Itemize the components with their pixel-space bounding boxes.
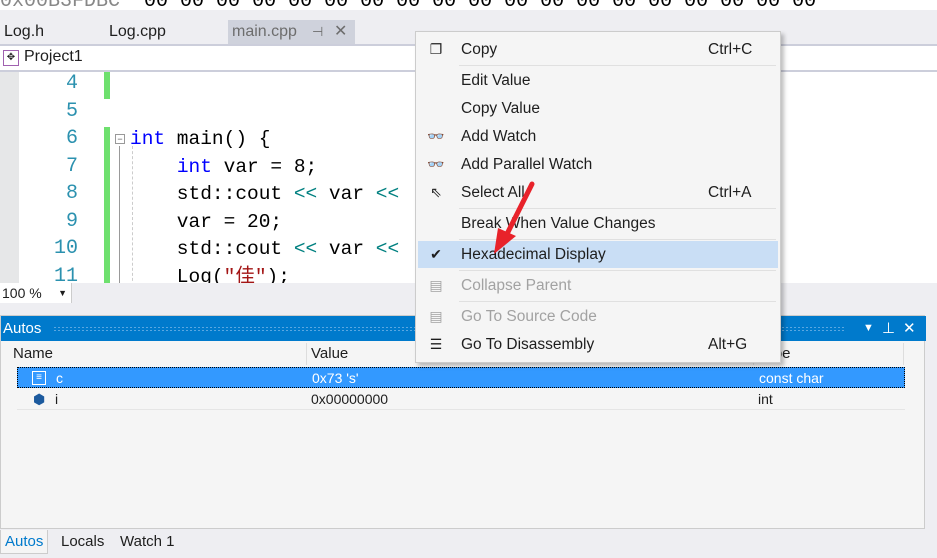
tab-label: Log.cpp: [109, 23, 166, 40]
line-number: 9: [65, 209, 78, 233]
menu-item-label: Copy Value: [461, 100, 540, 117]
menu-item-edit-value[interactable]: Edit Value: [418, 67, 778, 94]
menu-item-label: Go To Source Code: [461, 308, 597, 325]
line-number: 8: [65, 182, 78, 205]
row-value[interactable]: 0x73 's': [312, 368, 359, 389]
menu-item-label: Add Watch: [461, 128, 537, 145]
checkmark-icon: ✔: [430, 246, 442, 262]
table-row[interactable]: ⬢ i 0x00000000 int: [17, 389, 905, 410]
dropdown-icon[interactable]: ▼: [863, 316, 874, 341]
line-number: 7: [65, 154, 78, 178]
glasses-icon: 👓: [427, 128, 445, 144]
menu-item-collapse-parent: ▤ Collapse Parent: [418, 272, 778, 299]
copy-icon: ❐: [429, 41, 443, 57]
code-line[interactable]: int var = 8;: [130, 155, 317, 179]
memory-address: 0x00B3FDBC: [0, 0, 120, 10]
tab-autos[interactable]: Autos: [0, 530, 49, 554]
line-number: 11: [53, 264, 78, 284]
menu-item-select-all[interactable]: ⇖ Select All Ctrl+A: [418, 179, 778, 206]
memory-bytes: 00 00 00 00 00 00 00 00 00 00 00 00 00 0…: [144, 0, 816, 10]
menu-item-go-to-disassembly[interactable]: ☰ Go To Disassembly Alt+G: [418, 331, 778, 358]
change-marker: [104, 72, 110, 99]
menu-item-add-watch[interactable]: 👓 Add Watch: [418, 123, 778, 150]
tab-main-cpp[interactable]: main.cpp ⊣ ✕: [228, 20, 355, 44]
menu-icon: ▤: [429, 277, 443, 293]
tab-label: Log.h: [4, 23, 45, 40]
row-type: const char: [759, 370, 824, 386]
zoom-value: 100 %: [2, 285, 42, 301]
menu-item-label: Go To Disassembly: [461, 336, 595, 353]
menu-item-break-when-value-changes[interactable]: Break When Value Changes: [418, 210, 778, 237]
panel-title: Autos: [3, 320, 42, 337]
pin-icon[interactable]: ⊣: [312, 20, 323, 44]
menu-item-label: Edit Value: [461, 72, 531, 89]
glasses-icon: 👓: [427, 156, 445, 172]
tab-locals[interactable]: Locals: [57, 530, 108, 554]
tab-log-h[interactable]: Log.h: [0, 20, 105, 44]
tab-log-cpp[interactable]: Log.cpp: [105, 20, 228, 44]
column-header-name[interactable]: Name: [9, 343, 307, 365]
close-icon[interactable]: ✕: [903, 316, 916, 341]
select-all-icon: ⇖: [430, 184, 442, 200]
disassembly-icon: ☰: [429, 336, 443, 352]
menu-item-go-to-source-code: ▤ Go To Source Code: [418, 303, 778, 330]
menu-separator: [459, 301, 776, 302]
row-name: c: [56, 370, 63, 386]
line-number: 10: [53, 237, 78, 260]
project-name: Project1: [24, 48, 83, 65]
menu-separator: [459, 270, 776, 271]
outline-line: [119, 146, 120, 283]
field-icon: ≡: [32, 371, 46, 385]
editor-margin: [0, 72, 19, 283]
menu-item-hexadecimal-display[interactable]: ✔ Hexadecimal Display: [418, 241, 778, 268]
tab-label: main.cpp: [232, 23, 297, 40]
menu-item-copy-value[interactable]: Copy Value: [418, 95, 778, 122]
close-icon[interactable]: ✕: [334, 20, 347, 44]
line-number: 4: [65, 72, 78, 95]
row-value[interactable]: 0x00000000: [311, 389, 388, 410]
menu-item-label: Collapse Parent: [461, 277, 572, 294]
memory-row: 0x00B3FDBC 00 00 00 00 00 00 00 00 00 00…: [0, 0, 937, 10]
row-name: i: [55, 391, 59, 407]
chevron-down-icon: ▼: [58, 288, 67, 298]
variable-icon: ⬢: [33, 391, 46, 407]
zoom-select[interactable]: 100 % ▼: [0, 283, 72, 303]
menu-icon: ▤: [429, 308, 443, 324]
line-number: 5: [65, 99, 78, 123]
line-number: 6: [65, 127, 78, 150]
menu-item-shortcut: Ctrl+C: [708, 41, 753, 58]
code-line[interactable]: int main() {: [130, 127, 270, 151]
code-line[interactable]: std::cout << var <<: [130, 237, 399, 261]
context-menu: ❐ Copy Ctrl+C Edit Value Copy Value 👓 Add Watc…: [415, 31, 781, 363]
project-icon: ✥: [3, 50, 19, 66]
menu-item-label: Copy: [461, 41, 498, 58]
debug-tool-tabs: Autos Locals Watch 1: [0, 530, 937, 558]
code-line[interactable]: var = 20;: [130, 210, 282, 234]
annotation-arrow: [494, 181, 535, 254]
menu-item-shortcut: Ctrl+A: [708, 184, 752, 201]
menu-item-copy[interactable]: ❐ Copy Ctrl+C: [418, 36, 778, 63]
menu-separator: [459, 65, 776, 66]
menu-item-shortcut: Alt+G: [708, 336, 748, 353]
change-marker: [104, 127, 110, 283]
tab-watch-1[interactable]: Watch 1: [116, 530, 178, 554]
menu-item-add-parallel-watch[interactable]: 👓 Add Parallel Watch: [418, 151, 778, 178]
pin-icon[interactable]: ⊥: [882, 316, 895, 341]
row-type: int: [758, 391, 773, 407]
code-line[interactable]: Log("佳");: [130, 265, 290, 284]
code-line[interactable]: std::cout << var <<: [130, 182, 399, 206]
menu-item-label: Add Parallel Watch: [461, 156, 593, 173]
table-row[interactable]: ≡ c 0x73 's' const char: [17, 367, 905, 388]
collapse-icon[interactable]: −: [115, 134, 125, 144]
